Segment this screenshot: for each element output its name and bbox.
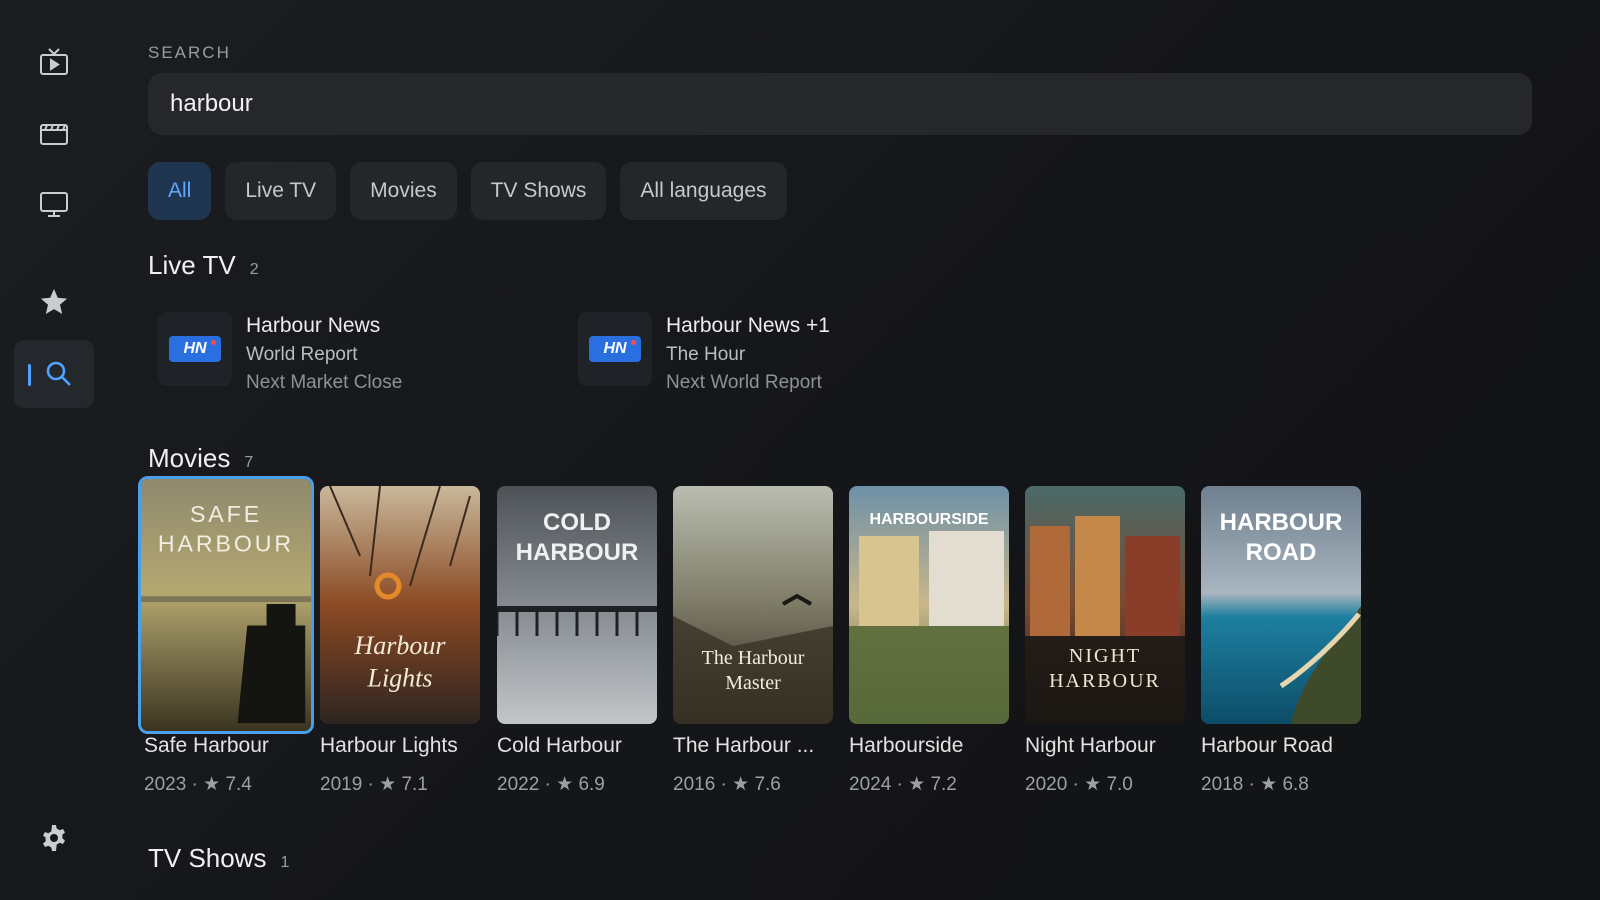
movie-meta: 2020 · ★ 7.0 [1025, 774, 1133, 795]
search-icon [46, 361, 71, 386]
movie-title: Night Harbour [1025, 734, 1156, 757]
poster-art: SAFE HARBOUR [141, 479, 311, 731]
channel-now-playing: The Hour [666, 344, 746, 365]
channel-item[interactable]: HN Harbour News World Report Next Market… [158, 312, 402, 394]
svg-text:HARBOURSIDE: HARBOURSIDE [869, 511, 988, 528]
nav-favorites[interactable] [14, 268, 94, 336]
movie-poster-harbour-lights[interactable]: Harbour Lights [320, 486, 480, 724]
movie-title: Cold Harbour [497, 734, 622, 757]
section-count: 1 [280, 854, 290, 871]
movie-meta: 2018 · ★ 6.8 [1201, 774, 1309, 795]
filter-tv-shows[interactable]: TV Shows [470, 162, 607, 220]
movies-section-title: Movies 7 [148, 443, 253, 474]
movie-meta: 2023 · ★ 7.4 [144, 774, 252, 795]
channel-now-playing: World Report [246, 344, 358, 365]
channel-name: Harbour News +1 [666, 314, 830, 337]
nav-movies[interactable] [14, 98, 94, 166]
channel-logo: HN [158, 312, 232, 386]
poster-art: COLD HARBOUR [497, 486, 657, 724]
monitor-icon [40, 192, 68, 217]
movie-poster-night-harbour[interactable]: NIGHT HARBOUR [1025, 486, 1185, 724]
section-title-text: Live TV [148, 250, 236, 280]
movie-poster-harbour-road[interactable]: HARBOUR ROAD [1201, 486, 1361, 724]
poster-art: NIGHT HARBOUR [1025, 486, 1185, 724]
channel-next: Next World Report [666, 372, 822, 393]
channel-logo: HN [578, 312, 652, 386]
section-count: 7 [244, 454, 254, 471]
movie-meta: 2024 · ★ 7.2 [849, 774, 957, 795]
movie-poster-harbourside[interactable]: HARBOURSIDE [849, 486, 1009, 724]
poster-art: HARBOURSIDE [849, 486, 1009, 724]
channel-next: Next Market Close [246, 372, 403, 393]
channel-name: Harbour News [246, 314, 381, 337]
search-query: harbour [170, 90, 253, 117]
star-icon [41, 289, 67, 314]
live-tv-icon [40, 48, 68, 75]
clapperboard-icon [40, 124, 68, 145]
movie-meta: 2016 · ★ 7.6 [673, 774, 781, 795]
filter-all[interactable]: All [148, 162, 212, 220]
filter-movies[interactable]: Movies [350, 162, 457, 220]
section-count: 2 [249, 261, 259, 278]
poster-art: The Harbour Master [673, 486, 833, 724]
nav-settings[interactable] [14, 804, 94, 872]
filter-all-languages[interactable]: All languages [620, 162, 787, 220]
movie-meta: 2019 · ★ 7.1 [320, 774, 428, 795]
search-label: SEARCH [148, 43, 231, 62]
search-input[interactable]: harbour [148, 73, 1532, 135]
gear-icon [43, 825, 65, 851]
live-tv-section-title: Live TV 2 [148, 250, 259, 281]
section-title-text: Movies [148, 443, 231, 473]
movie-meta: 2022 · ★ 6.9 [497, 774, 605, 795]
filter-live-tv[interactable]: Live TV [225, 162, 337, 220]
movie-title: The Harbour ... [673, 734, 815, 757]
channel-badge: HN [589, 336, 641, 362]
active-indicator [28, 364, 31, 386]
poster-art: HARBOUR ROAD [1201, 486, 1361, 724]
channel-item[interactable]: HN Harbour News +1 The Hour Next World R… [578, 312, 830, 394]
movie-title: Harbour Lights [320, 734, 458, 757]
section-title-text: TV Shows [148, 843, 267, 873]
movie-poster-safe-harbour[interactable]: SAFE HARBOUR [138, 476, 314, 734]
movie-poster-the-harbour-master[interactable]: The Harbour Master [673, 486, 833, 724]
movie-title: Safe Harbour [144, 734, 269, 757]
filter-chips: All Live TV Movies TV Shows All language… [148, 162, 787, 220]
nav-tv-shows[interactable] [14, 170, 94, 238]
tv-shows-section-title: TV Shows 1 [148, 843, 289, 874]
sidebar [0, 0, 108, 900]
nav-live-tv[interactable] [14, 28, 94, 96]
nav-search[interactable] [14, 340, 94, 408]
movie-poster-cold-harbour[interactable]: COLD HARBOUR [497, 486, 657, 724]
channel-badge: HN [169, 336, 221, 362]
movie-title: Harbourside [849, 734, 964, 757]
movie-title: Harbour Road [1201, 734, 1333, 757]
poster-art: Harbour Lights [320, 486, 480, 724]
